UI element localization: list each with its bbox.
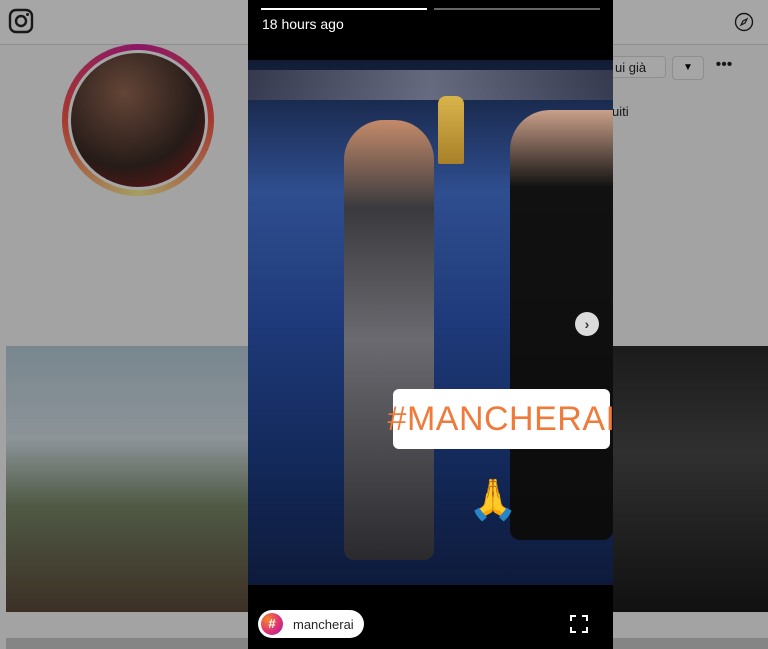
stage-lights [248, 70, 613, 100]
story-timestamp: 18 hours ago [262, 16, 344, 32]
hashtag-sticker-text: #MANCHERAI [387, 399, 616, 438]
fullscreen-icon[interactable] [570, 615, 588, 633]
photo-person-woman [344, 120, 434, 560]
praying-hands-emoji: 🙏 [468, 478, 518, 522]
story-photo[interactable] [248, 60, 613, 585]
story-viewer: 18 hours ago › #MANCHERAI 🙏 # mancherai [248, 0, 615, 649]
hashtag-link-pill[interactable]: # mancherai [258, 610, 364, 638]
next-story-button[interactable]: › [575, 312, 599, 336]
story-progress-bar-2 [434, 8, 600, 10]
hashtag-sticker[interactable]: #MANCHERAI [388, 389, 615, 449]
story-progress-bar-1 [261, 8, 427, 10]
hashtag-icon: # [261, 613, 283, 635]
photo-trophy [438, 96, 464, 164]
hashtag-link-label: mancherai [293, 616, 354, 632]
